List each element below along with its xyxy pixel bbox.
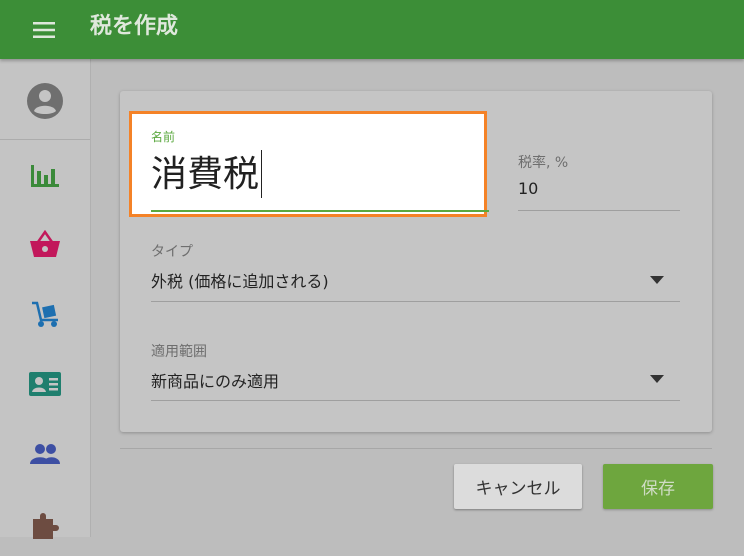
scope-field-label: 適用範囲: [151, 344, 207, 360]
dolly-icon: [32, 301, 58, 327]
sidebar: [0, 59, 91, 539]
type-field-underline: [151, 301, 680, 302]
type-field-label: タイプ: [151, 244, 193, 260]
page-title: 税を作成: [90, 14, 179, 39]
bar-chart-icon: [31, 165, 59, 187]
name-field-underline: [151, 210, 489, 212]
sidebar-item-account[interactable]: [0, 71, 90, 131]
text-cursor: [261, 150, 263, 198]
sidebar-item-reports[interactable]: [0, 145, 90, 205]
sidebar-item-sales[interactable]: [0, 214, 90, 274]
type-select[interactable]: 外税 (価格に追加される): [151, 268, 329, 292]
scope-field-underline: [151, 400, 680, 401]
sidebar-item-inventory[interactable]: [0, 284, 90, 344]
sidebar-divider: [0, 139, 90, 140]
menu-button[interactable]: [22, 15, 68, 45]
cancel-button[interactable]: キャンセル: [454, 464, 582, 509]
name-field[interactable]: 名前 消費税: [129, 111, 489, 217]
scope-select[interactable]: 新商品にのみ適用: [151, 368, 279, 392]
rate-field-label: 税率, %: [518, 155, 569, 171]
people-icon: [30, 444, 60, 464]
name-field-label: 名前: [151, 130, 176, 144]
sidebar-item-employees[interactable]: [0, 424, 90, 484]
sidebar-item-integrations[interactable]: [0, 496, 90, 556]
scope-dropdown-arrow-icon[interactable]: [650, 375, 664, 383]
name-input[interactable]: 消費税: [151, 150, 263, 200]
actions-divider: [120, 448, 712, 449]
rate-input[interactable]: 10: [518, 179, 538, 198]
save-button[interactable]: 保存: [603, 464, 713, 509]
app-bar: 税を作成: [0, 0, 744, 59]
type-dropdown-arrow-icon[interactable]: [650, 276, 664, 284]
shopping-basket-icon: [30, 230, 60, 257]
sidebar-item-customers[interactable]: [0, 354, 90, 414]
tax-form-card: 名前 消費税 税率, % 10 タイプ 外税 (価格に追加される) 適用範囲 新…: [120, 91, 712, 432]
account-circle-icon: [27, 83, 63, 119]
rate-field-underline: [518, 210, 680, 211]
contact-card-icon: [29, 372, 61, 396]
hamburger-menu-icon: [33, 22, 55, 38]
name-input-value: 消費税: [151, 154, 260, 195]
